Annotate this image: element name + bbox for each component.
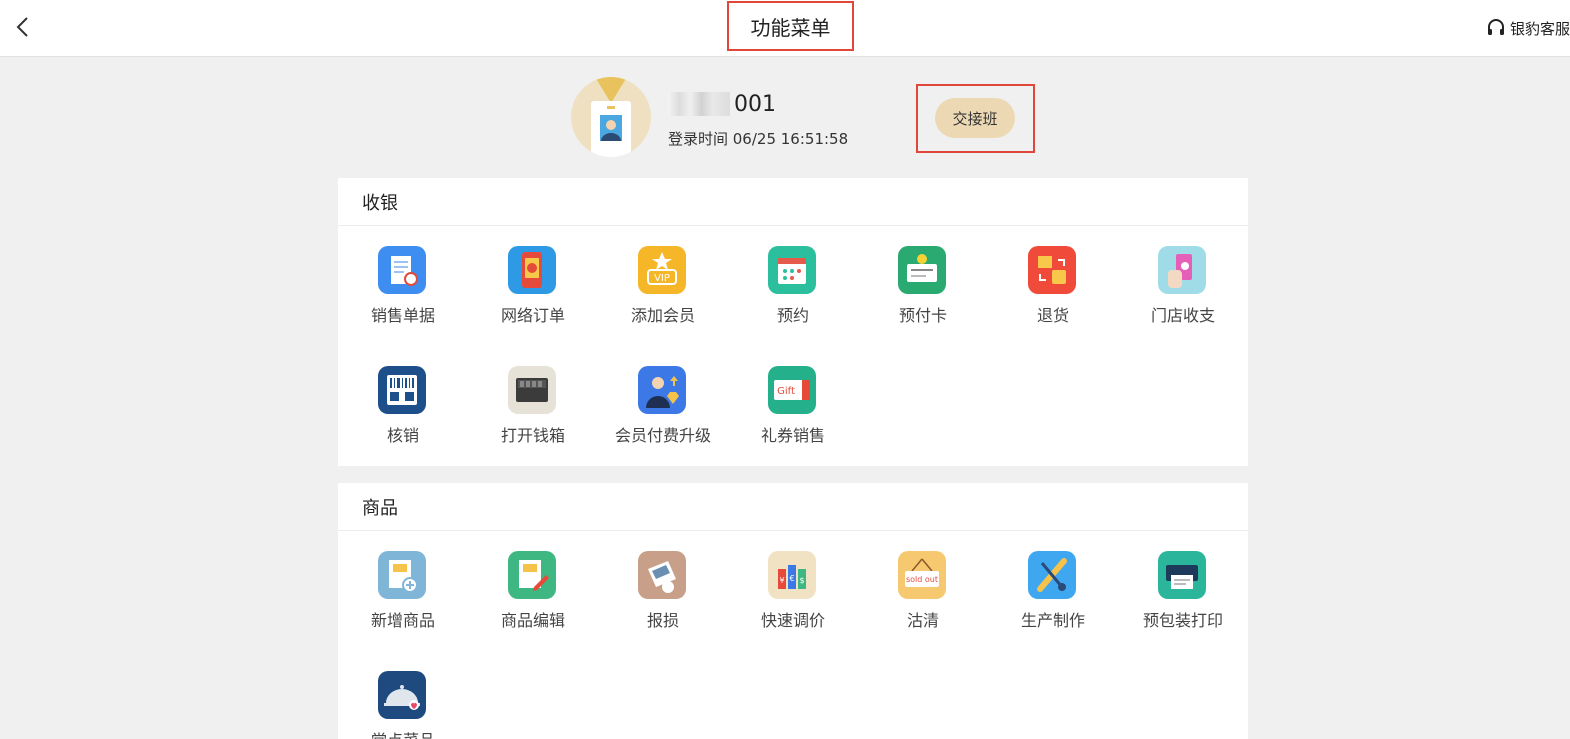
sales-receipt-icon — [378, 246, 426, 294]
tile-label: 预约 — [776, 306, 809, 325]
tile-label: 销售单据 — [370, 306, 435, 325]
handover-highlight: 交接班 — [916, 84, 1035, 153]
tile-label: 门店收支 — [1150, 306, 1215, 325]
tile-label: 生产制作 — [1020, 611, 1085, 630]
tile-label: 礼券销售 — [760, 426, 825, 445]
tile-gift-coupon[interactable]: Gift 礼券销售 — [728, 346, 858, 456]
quick-price-icon: ¥ € $ — [768, 551, 816, 599]
redacted-name — [668, 92, 730, 116]
member-upgrade-icon — [638, 366, 686, 414]
shift-handover-button[interactable]: 交接班 — [935, 98, 1015, 138]
user-name: 001 — [668, 89, 776, 119]
dine-in-dish-icon — [378, 671, 426, 719]
edit-product-icon — [508, 551, 556, 599]
svg-text:$: $ — [799, 576, 804, 585]
tile-label: 快速调价 — [760, 611, 825, 630]
tile-dine-in-dish[interactable]: 堂点菜品 — [338, 651, 468, 739]
user-id-text: 001 — [734, 91, 776, 117]
tile-label: 新增商品 — [370, 611, 435, 630]
tile-damage-report[interactable]: 报损 — [598, 531, 728, 641]
tile-prepaid-card[interactable]: 预付卡 — [858, 226, 988, 336]
tile-edit-product[interactable]: 商品编辑 — [468, 531, 598, 641]
tile-return-goods[interactable]: 退货 — [988, 226, 1118, 336]
tile-label: 报损 — [646, 611, 679, 630]
tile-label: 网络订单 — [500, 306, 565, 325]
tile-store-income[interactable]: 门店收支 — [1118, 226, 1248, 336]
avatar — [571, 77, 651, 157]
tile-add-product[interactable]: 新增商品 — [338, 531, 468, 641]
customer-support-label: 银豹客服 — [1509, 19, 1570, 38]
tile-cash-drawer[interactable]: 打开钱箱 — [468, 346, 598, 456]
tile-appointment[interactable]: 预约 — [728, 226, 858, 336]
tile-prepack-print[interactable]: 预包装打印 — [1118, 531, 1248, 641]
tile-member-upgrade[interactable]: 会员付费升级 — [598, 346, 728, 456]
section-title: 收银 — [338, 178, 1248, 226]
tile-verify[interactable]: 核销 — [338, 346, 468, 456]
sold-out-icon: sold out — [898, 551, 946, 599]
svg-text:¥: ¥ — [779, 576, 784, 585]
svg-text:Gift: Gift — [777, 386, 795, 397]
user-badge-icon — [591, 77, 631, 157]
login-time: 登录时间 06/25 16:51:58 — [668, 130, 849, 148]
production-icon — [1028, 551, 1076, 599]
svg-text:€: € — [789, 574, 794, 583]
store-income-expense-icon — [1158, 246, 1206, 294]
appointment-calendar-icon — [768, 246, 816, 294]
tile-label: 商品编辑 — [500, 611, 565, 630]
damage-report-icon — [638, 551, 686, 599]
return-goods-icon — [1028, 246, 1076, 294]
tile-sold-out[interactable]: sold out 沽清 — [858, 531, 988, 641]
tile-online-order[interactable]: 网络订单 — [468, 226, 598, 336]
svg-text:sold out: sold out — [906, 575, 938, 584]
qr-verify-icon — [378, 366, 426, 414]
add-product-icon — [378, 551, 426, 599]
prepack-print-icon — [1158, 551, 1206, 599]
tile-label: 堂点菜品 — [338, 727, 468, 739]
page-title: 功能菜单 — [727, 1, 854, 51]
page-title-text: 功能菜单 — [750, 15, 831, 40]
prepaid-card-icon — [898, 246, 946, 294]
tile-label: 会员付费升级 — [614, 426, 711, 445]
chevron-left-icon — [16, 17, 28, 37]
tile-label: 退货 — [1036, 306, 1069, 325]
cash-drawer-icon — [508, 366, 556, 414]
gift-coupon-icon: Gift — [768, 366, 816, 414]
tile-vip-member[interactable]: VIP 添加会员 — [598, 226, 728, 336]
svg-text:VIP: VIP — [654, 273, 670, 284]
back-button[interactable] — [8, 12, 36, 42]
tile-label: 沽清 — [906, 611, 939, 630]
tile-sales-receipt[interactable]: 销售单据 — [338, 226, 468, 336]
tile-label: 核销 — [386, 426, 419, 445]
tile-production[interactable]: 生产制作 — [988, 531, 1118, 641]
headset-icon — [1487, 19, 1504, 35]
section-cashier: 收银 销售单据 网络订单 VIP 添加会员 预约 预付卡 退货 门店收支 核销 … — [338, 178, 1248, 466]
vip-member-icon: VIP — [638, 246, 686, 294]
tile-label: 预付卡 — [898, 306, 947, 325]
online-order-icon — [508, 246, 556, 294]
tile-label: 打开钱箱 — [500, 426, 565, 445]
section-products: 商品 新增商品 商品编辑 报损 ¥ € $ 快速调价 sold out 沽清 生… — [338, 483, 1248, 739]
tile-quick-price[interactable]: ¥ € $ 快速调价 — [728, 531, 858, 641]
tile-label: 预包装打印 — [1142, 611, 1223, 630]
section-title: 商品 — [338, 483, 1248, 531]
top-bar: 功能菜单 银豹客服 — [0, 0, 1570, 57]
customer-support-button[interactable]: 银豹客服 — [1486, 15, 1570, 41]
tile-label: 添加会员 — [630, 306, 695, 325]
